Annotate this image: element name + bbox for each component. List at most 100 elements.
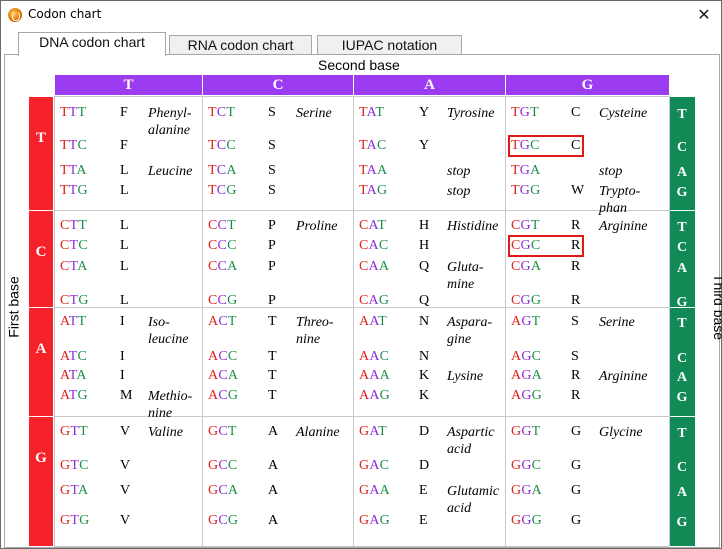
amino-acid-name: Gluta-mine <box>447 260 484 292</box>
amino-acid-letter: G <box>571 483 582 498</box>
codon-acc: ACC <box>208 349 238 364</box>
amino-acid-letter: R <box>571 259 581 274</box>
amino-acid-letter: Q <box>419 259 430 274</box>
amino-acid-letter: L <box>120 163 129 178</box>
amino-acid-letter: V <box>120 483 131 498</box>
amino-acid-letter: I <box>120 314 125 329</box>
third-base-letter: A <box>676 370 688 385</box>
tab-bar: DNA codon chart RNA codon chart IUPAC no… <box>1 31 721 56</box>
amino-acid-letter: F <box>120 138 128 153</box>
grid-line-vertical <box>202 96 203 546</box>
third-base-letter: A <box>676 485 688 500</box>
highlight-box <box>508 135 584 157</box>
third-base-letter: C <box>676 240 688 255</box>
amino-acid-letter: R <box>571 388 581 403</box>
amino-acid-letter: Q <box>419 293 430 308</box>
amino-acid-name: Iso-leucine <box>148 315 189 347</box>
amino-acid-letter: L <box>120 293 129 308</box>
amino-acid-letter: D <box>419 458 430 473</box>
amino-acid-letter: L <box>120 218 129 233</box>
codon-cta: CTA <box>60 259 88 274</box>
codon-ata: ATA <box>60 368 87 383</box>
codon-ccc: CCC <box>208 238 237 253</box>
amino-acid-letter: V <box>120 458 131 473</box>
amino-acid-letter: W <box>571 183 585 198</box>
amino-acid-name: Glutamic acid <box>447 484 500 516</box>
codon-tgt: TGT <box>511 105 539 120</box>
codon-gca: GCA <box>208 483 239 498</box>
third-base-cell-g: T CAG <box>669 417 695 546</box>
codon-acg: ACG <box>208 388 239 403</box>
amino-acid-name: Aspartic acid <box>447 425 495 457</box>
codon-aca: ACA <box>208 368 239 383</box>
amino-acid-letter: E <box>419 483 428 498</box>
codon-tca: TCA <box>208 163 237 178</box>
codon-tga: TGA <box>511 163 541 178</box>
codon-caa: CAA <box>359 259 390 274</box>
amino-acid-letter: T <box>268 368 277 383</box>
codon-tct: TCT <box>208 105 236 120</box>
amino-acid-name: Tyrosine <box>447 106 495 121</box>
codon-gtc: GTC <box>60 458 89 473</box>
grid-line-horizontal <box>54 546 669 547</box>
amino-acid-name: Serine <box>296 106 332 121</box>
tab-rna-codon-chart[interactable]: RNA codon chart <box>169 35 312 55</box>
amino-acid-name: Cysteine <box>599 106 648 121</box>
codon-aag: AAG <box>359 388 390 403</box>
amino-acid-name: Arginine <box>599 219 648 234</box>
third-base-letter: G <box>676 515 688 530</box>
codon-aaa: AAA <box>359 368 390 383</box>
first-base-letter: C <box>35 244 47 260</box>
amino-acid-letter: F <box>120 105 128 120</box>
amino-acid-letter: A <box>268 424 279 439</box>
amino-acid-letter: P <box>268 293 276 308</box>
second-base-header-g: G <box>506 75 669 95</box>
first-base-cell-t: T <box>29 97 53 210</box>
tab-iupac-notation[interactable]: IUPAC notation <box>317 35 462 55</box>
grid-line-vertical <box>669 96 670 546</box>
amino-acid-name: stop <box>447 184 471 199</box>
amino-acid-name: stop <box>599 164 623 179</box>
amino-acid-letter: L <box>120 183 129 198</box>
third-base-letter: C <box>676 460 688 475</box>
third-base-letter: T <box>677 220 687 235</box>
amino-acid-letter: L <box>120 238 129 253</box>
third-base-letter: A <box>676 165 688 180</box>
codon-agc: AGC <box>511 349 542 364</box>
codon-ccg: CCG <box>208 293 238 308</box>
amino-acid-letter: T <box>268 349 277 364</box>
amino-acid-letter: R <box>571 218 581 233</box>
codon-ggc: GGC <box>511 458 542 473</box>
first-base-letter: G <box>35 450 47 466</box>
amino-acid-letter: T <box>268 314 277 329</box>
app-icon <box>8 8 22 22</box>
grid-line-horizontal <box>54 416 669 417</box>
close-icon[interactable]: ✕ <box>689 3 719 27</box>
window-title: Codon chart <box>28 7 102 21</box>
third-base-letter: C <box>676 140 688 155</box>
amino-acid-letter: A <box>268 483 279 498</box>
codon-cgt: CGT <box>511 218 540 233</box>
amino-acid-letter: N <box>419 349 430 364</box>
amino-acid-letter: Y <box>419 105 430 120</box>
codon-ggt: GGT <box>511 424 541 439</box>
tab-dna-codon-chart[interactable]: DNA codon chart <box>18 32 166 56</box>
amino-acid-letter: M <box>120 388 133 403</box>
third-base-letter: G <box>676 185 688 200</box>
amino-acid-letter: Y <box>419 138 430 153</box>
codon-atg: ATG <box>60 388 88 403</box>
codon-gcc: GCC <box>208 458 238 473</box>
codon-atc: ATC <box>60 349 88 364</box>
amino-acid-name: Serine <box>599 315 635 330</box>
amino-acid-letter: S <box>268 105 276 120</box>
codon-agg: AGG <box>511 388 542 403</box>
amino-acid-name: Valine <box>148 425 183 440</box>
third-base-letter: T <box>677 426 687 441</box>
amino-acid-name: Phenyl-alanine <box>148 106 192 138</box>
amino-acid-letter: N <box>419 314 430 329</box>
amino-acid-letter: D <box>419 424 430 439</box>
codon-tat: TAT <box>359 105 385 120</box>
amino-acid-letter: P <box>268 218 276 233</box>
amino-acid-letter: C <box>571 105 581 120</box>
codon-aat: AAT <box>359 314 387 329</box>
